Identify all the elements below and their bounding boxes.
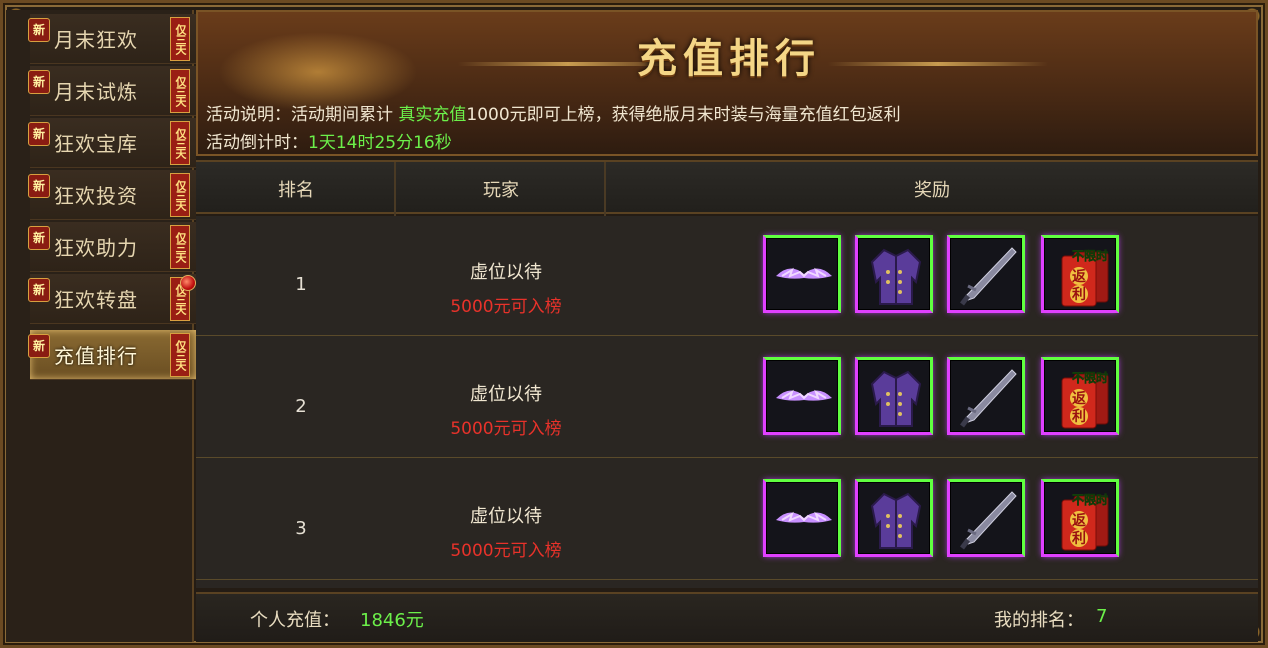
wing-icon[interactable] — [763, 357, 841, 435]
svg-text:利: 利 — [1072, 530, 1086, 547]
countdown-label: 活动倒计时： — [206, 133, 308, 153]
sword-icon[interactable] — [947, 357, 1025, 435]
table-row: 1 虚位以待 5000元可入榜 不限时返利 — [196, 216, 1258, 336]
header-rank: 排名 — [278, 180, 314, 201]
activity-description: 活动说明：活动期间累计 真实充值1000元即可上榜，获得绝版月末时装与海量充值红… — [206, 100, 901, 125]
rank-cell: 3 — [295, 518, 307, 539]
sidebar-item-carnival-boost[interactable]: 新 狂欢助力 仅三天 — [28, 222, 196, 272]
sidebar-item-label: 狂欢转盘 — [54, 288, 138, 312]
coat-icon[interactable] — [855, 479, 933, 557]
sidebar-item-label: 月末狂欢 — [54, 28, 138, 52]
red-envelope-icon[interactable]: 不限时返利 — [1041, 235, 1119, 313]
sidebar-item-carnival-investment[interactable]: 新 狂欢投资 仅三天 — [28, 170, 196, 220]
header-player: 玩家 — [483, 180, 519, 201]
banner: 充值排行 活动说明：活动期间累计 真实充值1000元即可上榜，获得绝版月末时装与… — [196, 10, 1258, 156]
new-badge: 新 — [28, 226, 50, 250]
sidebar-item-label: 月末试炼 — [54, 80, 138, 104]
coat-icon[interactable] — [855, 235, 933, 313]
limited-badge: 仅三天 — [170, 225, 190, 269]
svg-text:不限时: 不限时 — [1072, 370, 1108, 385]
sidebar-item-label: 充值排行 — [54, 344, 138, 368]
notification-dot-icon — [180, 275, 196, 291]
player-cell: 虚位以待 — [470, 262, 542, 283]
red-envelope-icon[interactable]: 不限时返利 — [1041, 357, 1119, 435]
requirement-text: 5000元可入榜 — [450, 297, 562, 317]
desc-prefix: 活动说明：活动期间累计 — [206, 105, 399, 125]
new-badge: 新 — [28, 18, 50, 42]
new-badge: 新 — [28, 122, 50, 146]
table-row: 2 虚位以待 5000元可入榜 不限时返利 — [196, 338, 1258, 458]
wing-icon[interactable] — [763, 235, 841, 313]
sidebar-item-carnival-treasury[interactable]: 新 狂欢宝库 仅三天 — [28, 118, 196, 168]
page-title: 充值排行 — [637, 36, 821, 82]
my-rank-value: 7 — [1096, 606, 1108, 627]
sidebar-item-label: 狂欢助力 — [54, 236, 138, 260]
header-reward: 奖励 — [914, 180, 950, 201]
sidebar-item-recharge-ranking[interactable]: 新 充值排行 仅三天 — [28, 330, 206, 380]
limited-badge: 仅三天 — [170, 173, 190, 217]
sword-icon[interactable] — [947, 479, 1025, 557]
limited-badge: 仅三天 — [170, 333, 190, 377]
desc-suffix: 1000元即可上榜，获得绝版月末时装与海量充值红包返利 — [466, 105, 901, 125]
sword-icon[interactable] — [947, 235, 1025, 313]
sidebar-item-label: 狂欢投资 — [54, 184, 138, 208]
table-header: 排名 玩家 奖励 — [196, 160, 1258, 216]
footer: 个人充值： 1846元 我的排名： 7 — [196, 592, 1258, 642]
sidebar: 新 月末狂欢 仅三天 新 月末试炼 仅三天 新 狂欢宝库 仅三天 新 狂欢投资 … — [6, 10, 206, 642]
sidebar-item-label: 狂欢宝库 — [54, 132, 138, 156]
wing-icon[interactable] — [763, 479, 841, 557]
new-badge: 新 — [28, 174, 50, 198]
player-cell: 虚位以待 — [470, 506, 542, 527]
personal-recharge-label: 个人充值： — [250, 610, 340, 631]
countdown: 活动倒计时：1天14时25分16秒 — [206, 128, 452, 153]
svg-text:利: 利 — [1072, 286, 1086, 303]
red-envelope-icon[interactable]: 不限时返利 — [1041, 479, 1119, 557]
rank-cell: 1 — [295, 274, 307, 295]
limited-badge: 仅三天 — [170, 121, 190, 165]
player-cell: 虚位以待 — [470, 384, 542, 405]
my-rank-label: 我的排名： — [994, 610, 1084, 631]
svg-text:利: 利 — [1072, 408, 1086, 425]
svg-text:返: 返 — [1072, 390, 1086, 407]
coat-icon[interactable] — [855, 357, 933, 435]
svg-text:不限时: 不限时 — [1072, 492, 1108, 507]
personal-recharge-value: 1846元 — [360, 610, 424, 631]
svg-text:返: 返 — [1072, 512, 1086, 529]
new-badge: 新 — [28, 70, 50, 94]
desc-highlight: 真实充值 — [398, 105, 467, 125]
ranking-table: 1 虚位以待 5000元可入榜 不限时返利 2 虚位以待 5000元可入榜 不限… — [196, 216, 1258, 588]
requirement-text: 5000元可入榜 — [450, 419, 562, 439]
limited-badge: 仅三天 — [170, 17, 190, 61]
rank-cell: 2 — [295, 396, 307, 417]
sidebar-item-month-end-carnival[interactable]: 新 月末狂欢 仅三天 — [28, 14, 196, 64]
table-row: 3 虚位以待 5000元可入榜 不限时返利 — [196, 460, 1258, 580]
limited-badge: 仅三天 — [170, 69, 190, 113]
new-badge: 新 — [28, 334, 50, 358]
sidebar-item-month-end-trial[interactable]: 新 月末试炼 仅三天 — [28, 66, 196, 116]
countdown-value: 1天14时25分16秒 — [308, 133, 452, 153]
svg-text:返: 返 — [1072, 268, 1086, 285]
new-badge: 新 — [28, 278, 50, 302]
requirement-text: 5000元可入榜 — [450, 541, 562, 561]
main-panel: 充值排行 活动说明：活动期间累计 真实充值1000元即可上榜，获得绝版月末时装与… — [196, 10, 1258, 642]
sidebar-item-carnival-wheel[interactable]: 新 狂欢转盘 仅三天 — [28, 274, 196, 324]
svg-text:不限时: 不限时 — [1072, 248, 1108, 263]
